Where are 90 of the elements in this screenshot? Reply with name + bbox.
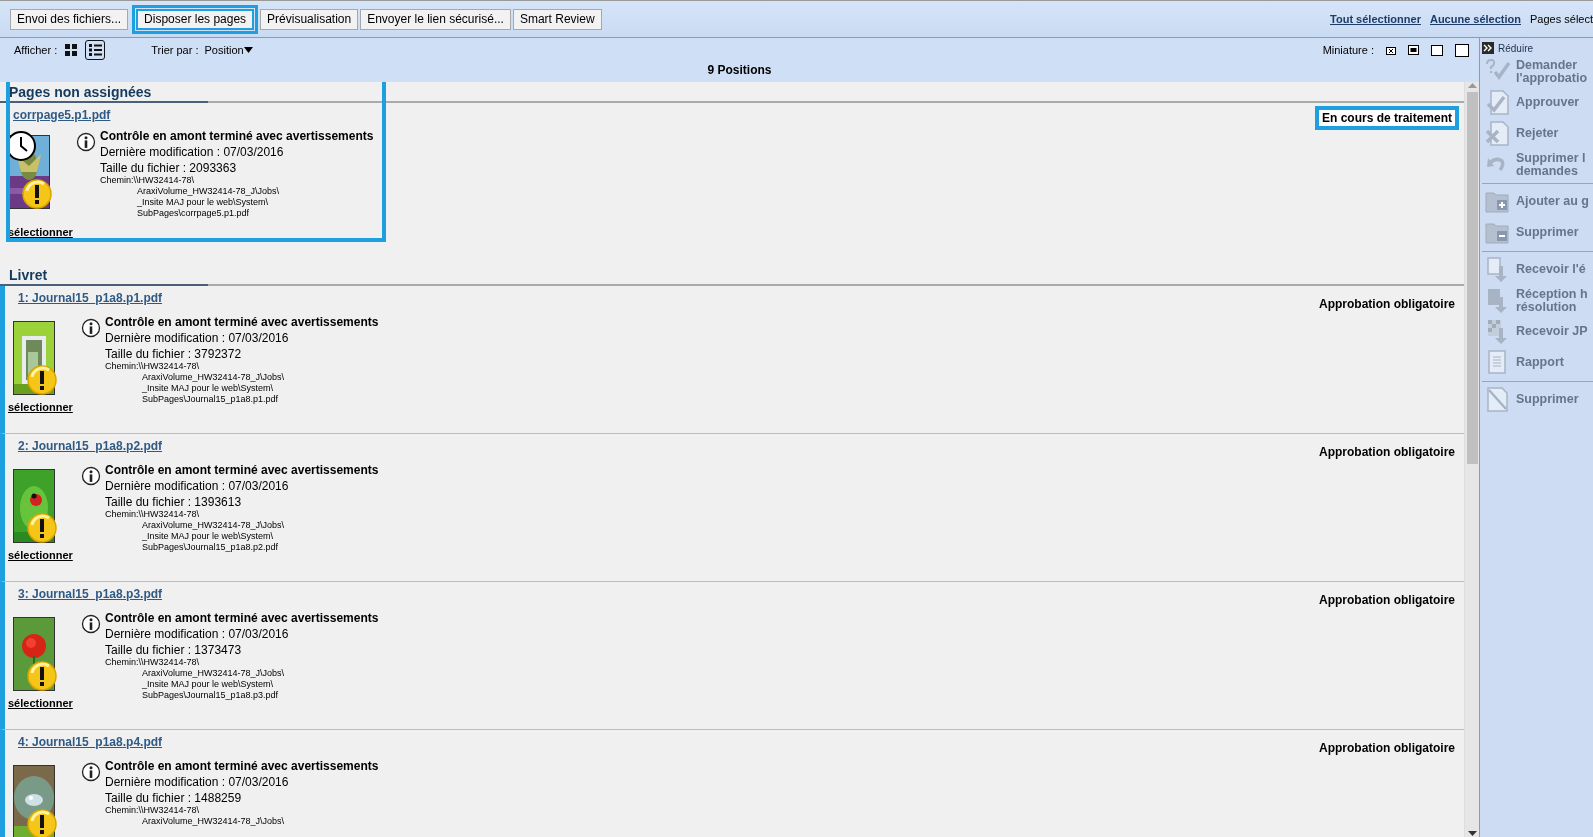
preflight-status: Contrôle en amont terminé avec avertissements [105,611,379,625]
thumbnail-size-icon[interactable] [1431,44,1443,56]
modified-date: Dernière modification : 07/03/2016 [105,331,290,345]
sort-label: Trier par : [151,44,199,56]
file-size: Taille du fichier : 1373473 [105,643,243,657]
action-label: Recevoir l'é [1516,263,1586,276]
toolbar-button[interactable]: Smart Review [512,8,602,30]
collapse-link[interactable]: Réduire [1498,42,1534,54]
file-size: Taille du fichier : 1393613 [105,495,243,509]
preflight-status: Contrôle en amont terminé avec avertissements [100,129,374,143]
scroll-down-icon[interactable] [1467,831,1477,837]
file-path: SubPages\Journal15_p1a8.p1.pdf [141,394,280,405]
toolbar-button[interactable]: Envoi des fichiers... [10,8,129,30]
thumbnail-size-label: Miniature : [1322,44,1374,56]
info-icon [81,762,101,782]
file-link[interactable]: 2: Journal15_p1a8.p2.pdf [18,439,163,453]
toolbar-button[interactable]: Prévisualisation [260,8,359,30]
file-path: AraxiVolume_HW32414-78_J\Jobs\ [141,520,286,531]
action-label: Supprimer [1516,226,1579,239]
select-link[interactable]: Tout sélectionner [1330,13,1421,25]
select-link[interactable]: sélectionner [8,697,73,709]
action-label: Ajouter au g [1516,195,1589,208]
file-path: _Insite MAJ pour le web\System\ [141,383,275,394]
select-link[interactable]: sélectionner [8,226,73,238]
action-label: Supprimer [1516,393,1579,406]
file-path: Chemin:\\HW32414-78\ [105,509,201,520]
selected-pages-label: Pages sélect [1530,13,1593,25]
file-path: AraxiVolume_HW32414-78_J\Jobs\ [141,668,286,679]
status-label: Approbation obligatoire [1318,296,1456,312]
modified-date: Dernière modification : 07/03/2016 [105,775,290,789]
file-path: _Insite MAJ pour le web\System\ [141,531,275,542]
modified-date: Dernière modification : 07/03/2016 [105,479,290,493]
thumbnail-size-icon[interactable] [1408,45,1419,55]
preflight-status: Contrôle en amont terminé avec avertissements [105,759,379,773]
action-label: Réception h résolution [1516,287,1588,314]
file-path: SubPages\Journal15_p1a8.p3.pdf [141,690,280,701]
action-label: Demander l'approbatio [1516,58,1589,85]
status-label: Approbation obligatoire [1318,444,1456,460]
scrollbar[interactable] [1464,82,1479,837]
file-path: AraxiVolume_HW32414-78_J\Jobs\ [141,816,286,827]
approve-icon [1484,89,1510,116]
thumbnail-size-icon[interactable] [1455,43,1469,57]
file-path: _Insite MAJ pour le web\System\ [141,679,275,690]
file-path: _Insite MAJ pour le web\System\ [136,197,270,208]
select-link[interactable]: Aucune sélection [1429,13,1521,25]
toolbar-button[interactable]: Envoyer le lien sécurisé... [360,8,511,30]
file-path: Chemin:\\HW32414-78\ [105,361,201,372]
file-link[interactable]: 4: Journal15_p1a8.p4.pdf [18,735,163,749]
preflight-status: Contrôle en amont terminé avec avertissements [105,315,379,329]
select-link[interactable]: sélectionner [8,549,73,561]
file-path: AraxiVolume_HW32414-78_J\Jobs\ [141,372,286,383]
section-heading: Livret [8,266,49,284]
sort-dropdown[interactable]: Position [204,44,244,56]
reject-icon [1484,120,1510,147]
file-path: SubPages\Journal15_p1a8.p2.pdf [141,542,280,553]
action-label: Recevoir JP [1516,325,1588,338]
download-icon [1484,256,1510,283]
view-label: Afficher : [14,44,58,56]
action-label: Rejeter [1516,127,1559,140]
dropdown-icon [243,46,253,54]
info-icon [81,466,101,486]
status-label: Approbation obligatoire [1318,740,1456,756]
action-label: Approuver [1516,96,1580,109]
file-size: Taille du fichier : 2093363 [100,161,238,175]
list-view-icon[interactable] [85,40,106,60]
file-path: Chemin:\\HW32414-78\ [100,175,196,186]
file-path: AraxiVolume_HW32414-78_J\Jobs\ [136,186,281,197]
info-icon [76,132,96,152]
thumbnail-size-icon[interactable] [1386,45,1396,55]
collapse-icon[interactable] [1482,42,1494,54]
info-icon [81,614,101,634]
select-link[interactable]: sélectionner [8,401,73,413]
action-label: Supprimer l demandes [1516,151,1586,178]
modified-date: Dernière modification : 07/03/2016 [105,627,290,641]
file-path: SubPages\corrpage5.p1.pdf [136,208,251,219]
action-label: Rapport [1516,356,1564,369]
file-size: Taille du fichier : 1488259 [105,791,243,805]
file-size: Taille du fichier : 3792372 [105,347,243,361]
section-heading: Pages non assignées [8,83,153,101]
item-count: 9 Positions [706,63,773,77]
preflight-status: Contrôle en amont terminé avec avertissements [105,463,379,477]
modified-date: Dernière modification : 07/03/2016 [100,145,285,159]
file-path: Chemin:\\HW32414-78\ [105,805,201,816]
file-link[interactable]: 1: Journal15_p1a8.p1.pdf [18,291,163,305]
document-delete-icon [1484,386,1510,413]
info-icon [81,318,101,338]
file-link[interactable]: 3: Journal15_p1a8.p3.pdf [18,587,163,601]
status-label: Approbation obligatoire [1318,592,1456,608]
file-link[interactable]: corrpage5.p1.pdf [13,108,111,122]
file-path: Chemin:\\HW32414-78\ [105,657,201,668]
